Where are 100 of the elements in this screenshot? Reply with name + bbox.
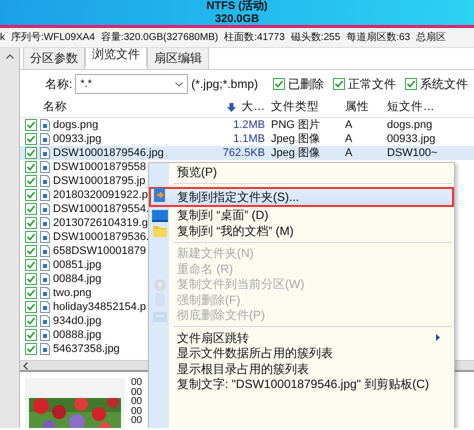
monitor-icon bbox=[152, 208, 168, 224]
image-file-icon bbox=[40, 315, 50, 327]
column-header[interactable]: 属性 bbox=[345, 98, 369, 116]
file-size: 1.2MB bbox=[233, 119, 265, 131]
checkbox-label: 正常文件 bbox=[348, 76, 396, 93]
disk-info-text: 序列号:WFL09XA4 bbox=[11, 30, 95, 45]
tab[interactable]: 浏览文件 bbox=[85, 48, 147, 67]
checkbox[interactable] bbox=[25, 315, 37, 327]
file-name: 00884.jpg bbox=[53, 272, 102, 286]
file-name: 658DSW10001879 bbox=[53, 244, 146, 258]
folder-icon bbox=[152, 223, 168, 239]
image-file-icon bbox=[40, 147, 50, 159]
menu-item[interactable]: 预览(P) bbox=[149, 164, 454, 180]
menu-item[interactable]: 文件扇区跳转 bbox=[149, 330, 454, 346]
file-type: Jpeg 图像 bbox=[271, 147, 320, 159]
menu-item[interactable]: 显示根目录占用的簇列表 bbox=[149, 361, 454, 376]
checkbox[interactable] bbox=[25, 161, 37, 173]
checkbox[interactable] bbox=[25, 217, 37, 229]
image-file-icon bbox=[40, 231, 50, 243]
file-size: 762.5KB bbox=[222, 147, 265, 159]
name-label: 名称: bbox=[45, 76, 72, 93]
file-name: 20130726104319.g bbox=[53, 216, 148, 230]
scroll-up-icon bbox=[6, 54, 14, 59]
menu-item[interactable]: 复制到 “桌面” (D) bbox=[149, 208, 454, 223]
file-attribute: A bbox=[345, 147, 352, 159]
column-header[interactable]: 大… bbox=[242, 98, 265, 116]
disk-info-text: 柱面数:41773 bbox=[224, 30, 285, 45]
file-name: 20180320091922.p bbox=[53, 188, 148, 202]
checkbox[interactable] bbox=[25, 203, 37, 215]
file-name: dogs.png bbox=[53, 118, 98, 132]
checkbox[interactable] bbox=[25, 189, 37, 201]
checkbox[interactable] bbox=[25, 287, 37, 299]
disk-info-text: 磁头数:255 bbox=[290, 30, 340, 45]
column-header[interactable]: 名称 bbox=[43, 98, 67, 116]
file-name: 54637358.jpg bbox=[53, 342, 120, 356]
checkbox[interactable] bbox=[25, 273, 37, 285]
checkbox[interactable] bbox=[25, 119, 37, 131]
file-name: two.png bbox=[53, 286, 92, 300]
image-file-icon bbox=[40, 203, 50, 215]
image-file-icon bbox=[40, 245, 50, 257]
checkbox[interactable] bbox=[333, 78, 345, 90]
selected-row-highlight[interactable]: DSW10001879546.jpg 762.5KB Jpeg 图像 A DSW100~ bbox=[20, 146, 474, 160]
file-name: DSW10001879536. bbox=[53, 230, 150, 244]
document-icon bbox=[152, 292, 168, 308]
file-attribute: A bbox=[345, 119, 352, 131]
file-name: DSW10001879546.jpg bbox=[53, 146, 164, 160]
disk-info-text: 总扇区 bbox=[416, 30, 446, 45]
file-name: DSW100018795.jp bbox=[53, 174, 146, 188]
file-name: DSW10001879558 bbox=[53, 160, 146, 174]
hex-byte: 00 bbox=[131, 397, 142, 406]
file-name: 00851.jpg bbox=[53, 258, 102, 272]
hex-byte: 00 bbox=[131, 406, 142, 416]
column-header[interactable]: 文件类型 bbox=[271, 98, 319, 116]
image-file-icon bbox=[40, 287, 50, 299]
disc-icon bbox=[152, 276, 168, 292]
window-title: NTFS (活动) bbox=[205, 0, 269, 12]
tab[interactable]: 分区参数 bbox=[23, 48, 85, 69]
scroll-left-icon bbox=[23, 362, 28, 370]
name-filter-field[interactable]: *.* bbox=[75, 74, 188, 94]
checkbox[interactable] bbox=[25, 343, 37, 355]
menu-item[interactable]: 复制到 “我的文档” (M) bbox=[149, 223, 454, 238]
image-file-icon bbox=[40, 119, 50, 131]
filter-hint: (*.jpg;*.bmp) bbox=[191, 76, 258, 93]
hex-byte: 00 bbox=[131, 388, 142, 397]
checkbox[interactable] bbox=[25, 301, 37, 313]
short-file-name: DSW100~ bbox=[387, 147, 438, 159]
menu-item[interactable]: 显示文件数据所占用的簇列表 bbox=[149, 346, 454, 361]
sort-down-icon bbox=[226, 103, 236, 112]
checkbox[interactable] bbox=[25, 175, 37, 187]
file-type: PNG 图片 bbox=[271, 119, 320, 131]
image-file-icon bbox=[40, 175, 50, 187]
checkbox[interactable] bbox=[25, 133, 37, 145]
checkbox-label: 已删除 bbox=[288, 76, 324, 93]
checkbox[interactable] bbox=[405, 78, 417, 90]
file-name: 00888.jpg bbox=[53, 328, 102, 342]
checkbox[interactable] bbox=[25, 245, 37, 257]
checkbox[interactable] bbox=[273, 78, 285, 90]
image-file-icon bbox=[40, 133, 50, 145]
dropdown-icon bbox=[175, 82, 184, 86]
image-file-icon bbox=[40, 343, 50, 355]
checkbox[interactable] bbox=[25, 329, 37, 341]
checkbox[interactable] bbox=[25, 231, 37, 243]
disk-info-text: 每道扇区数:63 bbox=[346, 30, 410, 45]
image-file-icon bbox=[40, 189, 50, 201]
file-size: 1.1MB bbox=[233, 133, 265, 145]
file-name: holiday34852154.p bbox=[53, 300, 146, 314]
column-header[interactable]: 短文件… bbox=[387, 98, 434, 116]
checkbox[interactable] bbox=[25, 259, 37, 271]
checkbox[interactable] bbox=[25, 147, 37, 159]
image-file-icon bbox=[40, 217, 50, 229]
menu-item[interactable]: 复制到指定文件夹(S)... bbox=[149, 186, 454, 206]
disk-info-text: k bbox=[0, 31, 5, 45]
file-type: Jpeg 图像 bbox=[271, 133, 320, 145]
hex-byte: 00 bbox=[131, 416, 142, 426]
image-file-icon bbox=[40, 161, 50, 173]
short-file-name: 00933.jpg bbox=[387, 133, 436, 145]
file-name: 00933.jpg bbox=[53, 132, 102, 146]
disk-info-text: 容量:320.0GB(327680MB) bbox=[100, 30, 218, 45]
menu-item[interactable]: 复制文字: "DSW10001879546.jpg" 到剪贴板(C) bbox=[149, 376, 454, 392]
tab[interactable]: 扇区编辑 bbox=[147, 48, 209, 69]
